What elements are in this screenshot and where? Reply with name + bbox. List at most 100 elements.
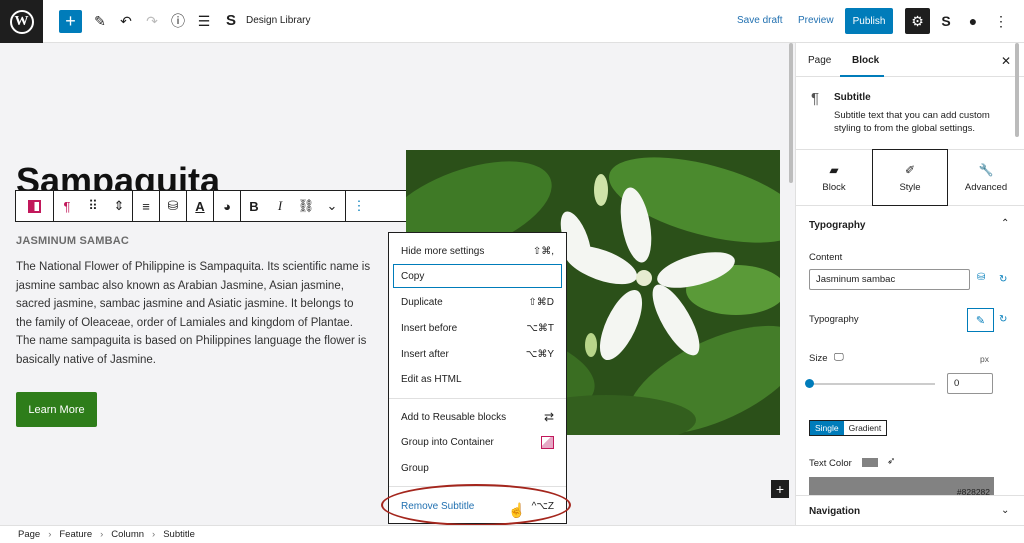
publish-button[interactable]: Publish: [845, 8, 893, 34]
pencil-icon[interactable]: ✎: [89, 10, 111, 32]
desktop-icon[interactable]: 🖵: [834, 352, 844, 363]
size-slider-thumb[interactable]: [805, 379, 814, 388]
text-color-swatch[interactable]: [862, 458, 878, 467]
tab-block-settings[interactable]: ▰ Block: [796, 150, 872, 206]
reset-icon[interactable]: ↻: [999, 274, 1007, 285]
block-options-icon[interactable]: ⋮: [346, 191, 372, 221]
add-block-button[interactable]: +: [59, 10, 82, 33]
chevron-down-icon[interactable]: ⌄: [319, 191, 345, 221]
database-icon[interactable]: ⛁: [977, 272, 985, 283]
sidebar-scrollbar[interactable]: [1015, 43, 1019, 137]
chevron-up-icon[interactable]: ⌃: [1001, 218, 1009, 229]
paragraph-line: sacred jasmine, sambac jasmine and Asiat…: [16, 298, 354, 310]
reset-icon[interactable]: ↻: [999, 314, 1007, 325]
breadcrumb-item-subtitle[interactable]: Subtitle: [163, 529, 195, 540]
column-block-icon[interactable]: [22, 191, 48, 221]
single-option[interactable]: Single: [810, 421, 844, 435]
size-input[interactable]: 0: [947, 373, 993, 394]
align-left-icon[interactable]: ≡: [133, 191, 159, 221]
settings-gear-icon[interactable]: ⚙: [905, 8, 930, 34]
size-unit[interactable]: px: [980, 354, 989, 364]
subtitle-controls-group: ¶ ⠿ ⇕: [54, 191, 133, 221]
menu-item-shortcut: ⇧⌘,: [532, 245, 554, 257]
menu-item-duplicate[interactable]: Duplicate ⇧⌘D: [389, 290, 566, 314]
plugin-bolt-icon[interactable]: ●: [962, 10, 984, 32]
paragraph-text[interactable]: The National Flower of Philippine is Sam…: [16, 258, 396, 369]
chevron-down-icon[interactable]: ⌄: [1001, 505, 1009, 516]
menu-item-edit-as-html[interactable]: Edit as HTML: [389, 367, 566, 391]
drag-handle-icon[interactable]: ⠿: [80, 191, 106, 221]
menu-item-label: Group: [401, 462, 429, 474]
menu-item-shortcut: ⇧⌘D: [528, 296, 554, 308]
pencil-icon: ✎: [975, 314, 986, 327]
tab-style[interactable]: ✐ Style: [872, 149, 948, 206]
breadcrumb-item-page[interactable]: Page: [18, 529, 40, 540]
menu-item-add-to-reusable-blocks[interactable]: Add to Reusable blocks ⇄: [389, 405, 566, 429]
breadcrumb: Page › Feature › Column › Subtitle: [0, 525, 1024, 543]
wordpress-icon: W: [9, 9, 34, 34]
paragraph-line: basically native of Jasmine.: [16, 353, 156, 366]
list-view-icon[interactable]: ☰: [193, 10, 215, 32]
format-group: B I ⛓ ⌄: [241, 191, 346, 221]
italic-icon[interactable]: I: [267, 191, 293, 221]
align-group: ≡: [133, 191, 160, 221]
menu-item-shortcut: ⌥⌘Y: [525, 348, 554, 360]
paragraph-icon: ¶: [811, 90, 820, 107]
inspector-tabs: ▰ Block ✐ Style 🔧 Advanced: [796, 149, 1024, 206]
paragraph-line: The name sampaguita is based on Philippi…: [16, 335, 367, 347]
stackable-icon: S: [226, 12, 237, 29]
link-icon[interactable]: ⛓: [293, 191, 319, 221]
top-toolbar: W + ✎ ↶ ↷ ⓘ ☰ S Design Library Save draf…: [0, 0, 1024, 43]
tab-page[interactable]: Page: [808, 55, 831, 66]
options-group: ⋮: [346, 191, 372, 221]
more-options-icon[interactable]: ⋮: [990, 10, 1012, 32]
design-library-button[interactable]: Design Library: [246, 15, 310, 26]
settings-sidebar: Page Block ✕ ¶ Subtitle Subtitle text th…: [795, 43, 1024, 525]
wordpress-logo[interactable]: W: [0, 0, 43, 43]
undo-icon[interactable]: ↶: [115, 10, 137, 32]
breadcrumb-separator: ›: [100, 529, 104, 540]
eyedropper-icon[interactable]: ➶: [887, 456, 895, 467]
block-options-menu: Hide more settings ⇧⌘, Copy Duplicate ⇧⌘D …: [388, 232, 567, 524]
paragraph-icon[interactable]: ¶: [54, 191, 80, 221]
info-icon[interactable]: ⓘ: [167, 10, 189, 32]
tab-label: Block: [822, 182, 846, 193]
redo-icon[interactable]: ↷: [141, 10, 163, 32]
stackable-plugin-icon[interactable]: S: [935, 10, 957, 32]
preview-button[interactable]: Preview: [798, 15, 834, 26]
save-draft-button[interactable]: Save draft: [737, 15, 783, 26]
content-input[interactable]: Jasminum sambac: [809, 269, 970, 290]
subtitle-text[interactable]: JASMINUM SAMBAC: [16, 235, 129, 247]
learn-more-button[interactable]: Learn More: [16, 392, 97, 427]
paragraph-line: the family of Oleaceae, order of Lamiale…: [16, 316, 353, 329]
database-icon[interactable]: ⛁: [160, 191, 186, 221]
breadcrumb-separator: ›: [48, 529, 52, 540]
menu-item-group[interactable]: Group: [389, 456, 566, 480]
bold-icon[interactable]: B: [241, 191, 267, 221]
container-icon: [541, 435, 554, 449]
typography-panel-header[interactable]: Typography: [809, 220, 865, 231]
edit-typography-button[interactable]: ✎: [967, 308, 994, 332]
size-label: Size: [809, 353, 828, 364]
color-type-toggle: Single Gradient: [809, 420, 888, 436]
text-color-icon[interactable]: A: [187, 191, 213, 221]
navigation-panel-header[interactable]: Navigation: [809, 506, 860, 517]
tab-advanced[interactable]: 🔧 Advanced: [948, 150, 1024, 206]
menu-item-copy[interactable]: Copy: [393, 264, 562, 288]
add-block-inline-button[interactable]: +: [771, 480, 789, 498]
close-icon[interactable]: ✕: [1001, 54, 1011, 68]
menu-item-hide-more-settings[interactable]: Hide more settings ⇧⌘,: [389, 239, 566, 263]
size-slider-track[interactable]: [809, 383, 935, 385]
menu-item-insert-before[interactable]: Insert before ⌥⌘T: [389, 316, 566, 340]
tab-block[interactable]: Block: [852, 55, 879, 66]
block-icon: ▰: [829, 163, 839, 177]
style-paint-icon[interactable]: ◕: [214, 191, 240, 221]
breadcrumb-item-column[interactable]: Column: [111, 529, 144, 540]
canvas-scrollbar[interactable]: [789, 43, 793, 183]
menu-item-insert-after[interactable]: Insert after ⌥⌘Y: [389, 342, 566, 366]
menu-item-label: Hide more settings: [401, 245, 485, 257]
breadcrumb-item-feature[interactable]: Feature: [59, 529, 92, 540]
gradient-option[interactable]: Gradient: [844, 421, 887, 435]
menu-item-group-into-container[interactable]: Group into Container: [389, 430, 566, 454]
move-up-down-icon[interactable]: ⇕: [106, 191, 132, 221]
